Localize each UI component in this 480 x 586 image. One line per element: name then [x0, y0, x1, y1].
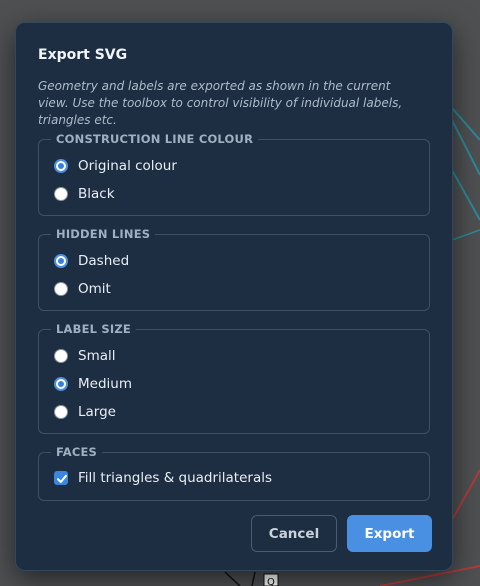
checkbox-fill-faces[interactable]: Fill triangles & quadrilaterals	[54, 468, 272, 488]
radio-button-checked[interactable]	[54, 159, 68, 173]
radio-button-checked[interactable]	[54, 254, 68, 268]
faces-group: FACES Fill triangles & quadrilaterals	[38, 445, 430, 501]
radio-label: Omit	[78, 281, 111, 297]
radio-button[interactable]	[54, 187, 68, 201]
radio-large[interactable]: Large	[54, 402, 116, 422]
radio-label: Small	[78, 348, 116, 364]
radio-original-colour[interactable]: Original colour	[54, 156, 177, 176]
hidden-lines-group: HIDDEN LINES Dashed Omit	[38, 227, 430, 311]
construction-line-colour-group: CONSTRUCTION LINE COLOUR Original colour…	[38, 132, 430, 216]
export-button[interactable]: Export	[347, 515, 432, 552]
label-size-legend: LABEL SIZE	[51, 322, 136, 336]
checkbox-checked[interactable]	[54, 471, 68, 485]
radio-omit[interactable]: Omit	[54, 279, 111, 299]
point-label: Q	[267, 577, 275, 586]
radio-label: Black	[78, 186, 115, 202]
checkmark-icon	[57, 474, 67, 483]
radio-label: Dashed	[78, 253, 130, 269]
radio-button[interactable]	[54, 405, 68, 419]
radio-button-checked[interactable]	[54, 377, 68, 391]
radio-button[interactable]	[54, 349, 68, 363]
label-size-group: LABEL SIZE Small Medium Large	[38, 322, 430, 434]
radio-small[interactable]: Small	[54, 346, 116, 366]
radio-label: Original colour	[78, 158, 177, 174]
radio-black[interactable]: Black	[54, 184, 115, 204]
export-svg-dialog: Export SVG Geometry and labels are expor…	[15, 22, 453, 571]
hidden-lines-legend: HIDDEN LINES	[51, 227, 156, 241]
radio-medium[interactable]: Medium	[54, 374, 132, 394]
faces-legend: FACES	[51, 445, 103, 459]
radio-label: Medium	[78, 376, 132, 392]
construction-line-colour-legend: CONSTRUCTION LINE COLOUR	[51, 132, 259, 146]
radio-dashed[interactable]: Dashed	[54, 251, 129, 271]
radio-label: Large	[78, 404, 116, 420]
checkbox-label: Fill triangles & quadrilaterals	[78, 470, 273, 486]
dialog-description: Geometry and labels are exported as show…	[38, 79, 403, 127]
dialog-title: Export SVG	[38, 47, 128, 63]
radio-button[interactable]	[54, 282, 68, 296]
cancel-button[interactable]: Cancel	[251, 515, 337, 552]
